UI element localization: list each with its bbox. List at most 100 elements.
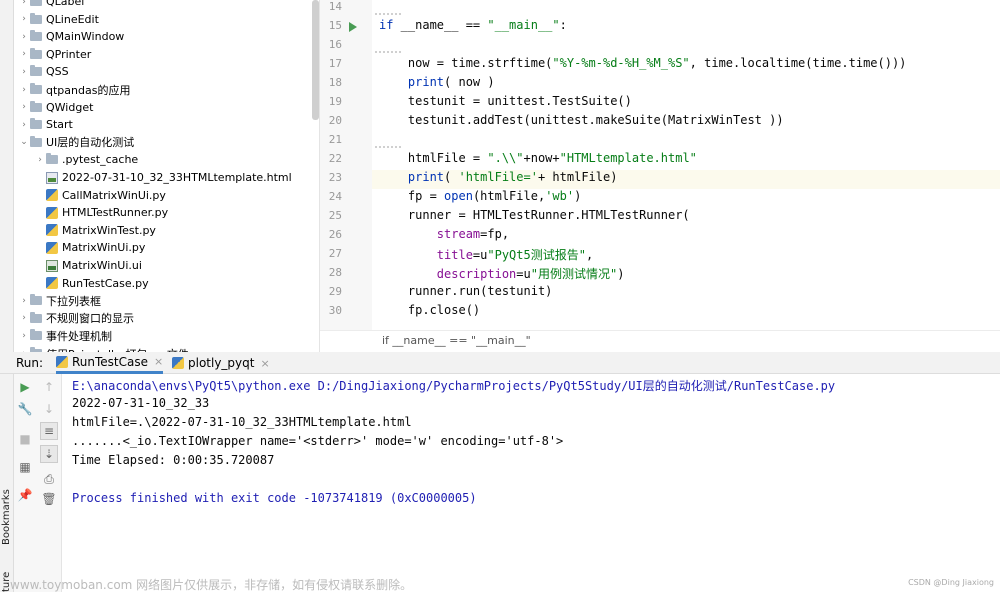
tree-item-label: MatrixWinUi.ui bbox=[62, 259, 142, 272]
bookmarks-tab[interactable]: Bookmarks bbox=[1, 489, 12, 545]
tree-item[interactable]: › 下拉列表框 bbox=[18, 292, 101, 309]
chevron-right-icon[interactable]: › bbox=[18, 49, 30, 59]
line-number: 17 bbox=[328, 57, 342, 70]
chevron-down-icon[interactable]: ⌄ bbox=[18, 137, 30, 147]
tree-item[interactable]: MatrixWinUi.ui bbox=[34, 257, 142, 274]
tree-item[interactable]: › QLabel bbox=[18, 0, 84, 10]
console-line: .......<_io.TextIOWrapper name='<stderr>… bbox=[72, 434, 564, 448]
tree-item-label: QMainWindow bbox=[46, 30, 125, 44]
close-icon[interactable]: × bbox=[260, 357, 269, 370]
line-number: 29 bbox=[328, 285, 342, 298]
python-file-icon bbox=[46, 189, 58, 202]
tree-item[interactable]: › Start bbox=[18, 116, 73, 133]
line-number: 26 bbox=[328, 228, 342, 241]
tree-item-label: MatrixWinTest.py bbox=[62, 223, 156, 237]
up-arrow-icon[interactable]: ↑ bbox=[40, 378, 58, 396]
tree-item[interactable]: ›使用Pyinstaller打包exe文件 bbox=[18, 345, 189, 352]
tree-scrollbar[interactable] bbox=[312, 0, 319, 120]
chevron-right-icon[interactable]: › bbox=[18, 313, 30, 323]
tree-item[interactable]: › 不规则窗口的显示 bbox=[18, 310, 134, 327]
code-editor[interactable]: if __name__ == "__main__": now = time.st… bbox=[372, 0, 1000, 330]
tree-item-label: .pytest_cache bbox=[62, 153, 139, 167]
watermark: www.toymoban.com 网络图片仅供展示，非存储，如有侵权请联系删除。… bbox=[0, 574, 1000, 592]
tree-item[interactable]: › QMainWindow bbox=[18, 28, 124, 45]
code-line-24: fp = open(htmlFile,'wb') bbox=[379, 189, 582, 203]
chevron-right-icon[interactable]: › bbox=[34, 155, 46, 165]
tree-item-label: 事件处理机制 bbox=[46, 329, 112, 343]
run-console[interactable]: E:\anaconda\envs\PyQt5\python.exe D:/Din… bbox=[62, 374, 1000, 592]
stop-icon[interactable]: ■ bbox=[16, 430, 34, 448]
line-number: 20 bbox=[328, 114, 342, 127]
line-number: 19 bbox=[328, 95, 342, 108]
line-number: 18 bbox=[328, 76, 342, 89]
layout-icon[interactable]: ▦ bbox=[16, 458, 34, 476]
folder-icon bbox=[30, 83, 42, 94]
tree-item-label: 下拉列表框 bbox=[46, 294, 101, 308]
tree-item[interactable]: CallMatrixWinUi.py bbox=[34, 187, 166, 204]
python-file-icon bbox=[46, 206, 58, 219]
tab-label: plotly_pyqt bbox=[188, 356, 255, 370]
line-number: 22 bbox=[328, 152, 342, 165]
tree-item[interactable]: RunTestCase.py bbox=[34, 275, 149, 292]
tree-item-label: MatrixWinUi.py bbox=[62, 241, 146, 255]
tree-item[interactable]: › qtpandas的应用 bbox=[18, 81, 130, 98]
trash-icon[interactable]: 🗑 bbox=[40, 490, 58, 508]
chevron-right-icon[interactable]: › bbox=[18, 67, 30, 77]
scroll-to-end-icon[interactable]: ⇣ bbox=[40, 445, 58, 463]
tree-item-label: 2022-07-31-10_32_33HTMLtemplate.html bbox=[62, 171, 292, 184]
folder-icon bbox=[30, 30, 42, 42]
chevron-right-icon[interactable]: › bbox=[18, 120, 30, 130]
tree-item[interactable]: › QPrinter bbox=[18, 46, 91, 63]
tree-item[interactable]: ⌄ UI层的自动化测试 bbox=[18, 134, 134, 151]
whitespace-marker bbox=[375, 51, 403, 53]
chevron-right-icon[interactable]: › bbox=[18, 102, 30, 112]
console-line: Time Elapsed: 0:00:35.720087 bbox=[72, 453, 275, 467]
code-line-18: print( now ) bbox=[407, 75, 495, 89]
tree-item[interactable]: HTMLTestRunner.py bbox=[34, 204, 168, 221]
line-number: 16 bbox=[328, 38, 342, 51]
tree-item-label: 不规则窗口的显示 bbox=[46, 312, 134, 326]
console-line: htmlFile=.\2022-07-31-10_32_33HTMLtempla… bbox=[72, 415, 412, 429]
code-line-26: stream=fp, bbox=[436, 227, 510, 241]
tree-item[interactable]: 2022-07-31-10_32_33HTMLtemplate.html bbox=[34, 169, 292, 186]
line-number: 28 bbox=[328, 266, 342, 279]
tree-item[interactable]: › QWidget bbox=[18, 99, 93, 116]
left-tool-strip: Bookmarks ture bbox=[0, 0, 14, 592]
chevron-right-icon[interactable]: › bbox=[18, 0, 30, 7]
tree-item-label: QLabel bbox=[46, 0, 85, 8]
code-line-25: runner = HTMLTestRunner.HTMLTestRunner( bbox=[379, 208, 690, 222]
tree-item[interactable]: › QLineEdit bbox=[18, 11, 99, 28]
watermark-text: www.toymoban.com 网络图片仅供展示，非存储，如有侵权请联系删除。 bbox=[10, 578, 413, 592]
tab-plotly-pyqt[interactable]: plotly_pyqt × bbox=[172, 352, 270, 374]
chevron-right-icon[interactable]: › bbox=[18, 296, 30, 306]
tree-item[interactable]: MatrixWinTest.py bbox=[34, 222, 156, 239]
folder-icon bbox=[30, 135, 42, 147]
tree-item[interactable]: › 事件处理机制 bbox=[18, 327, 112, 344]
rerun-icon[interactable]: ▶ bbox=[16, 378, 34, 396]
print-icon[interactable]: ⎙ bbox=[40, 470, 58, 488]
wrench-icon[interactable]: 🔧 bbox=[16, 400, 34, 418]
breadcrumb[interactable]: if __name__ == "__main__" bbox=[382, 334, 531, 347]
code-line-28: description=u"用例测试情况") bbox=[436, 267, 625, 281]
code-line-17: now = time.strftime("%Y-%m-%d-%H_%M_%S",… bbox=[379, 56, 907, 70]
tree-item[interactable]: › .pytest_cache bbox=[34, 151, 138, 168]
tree-item-label: RunTestCase.py bbox=[62, 276, 149, 290]
tree-item[interactable]: MatrixWinUi.py bbox=[34, 239, 145, 256]
tree-item[interactable]: › QSS bbox=[18, 63, 69, 80]
python-file-icon bbox=[46, 224, 58, 237]
run-gutter-icon[interactable] bbox=[349, 22, 357, 32]
tree-item-label: UI层的自动化测试 bbox=[46, 136, 135, 150]
tree-item-label: Start bbox=[46, 118, 73, 132]
folder-icon bbox=[30, 311, 42, 323]
chevron-right-icon[interactable]: › bbox=[18, 32, 30, 42]
tab-runtestcase[interactable]: RunTestCase × bbox=[56, 352, 164, 374]
close-icon[interactable]: × bbox=[154, 355, 163, 368]
chevron-right-icon[interactable]: › bbox=[18, 331, 30, 341]
chevron-right-icon[interactable]: › bbox=[18, 85, 30, 95]
chevron-right-icon[interactable]: › bbox=[18, 14, 30, 24]
tree-item-label: QSS bbox=[46, 65, 69, 79]
soft-wrap-icon[interactable]: ≡ bbox=[40, 422, 58, 440]
pin-icon[interactable]: 📌 bbox=[16, 486, 34, 504]
down-arrow-icon[interactable]: ↓ bbox=[40, 400, 58, 418]
code-line-29: runner.run(testunit) bbox=[379, 284, 553, 298]
